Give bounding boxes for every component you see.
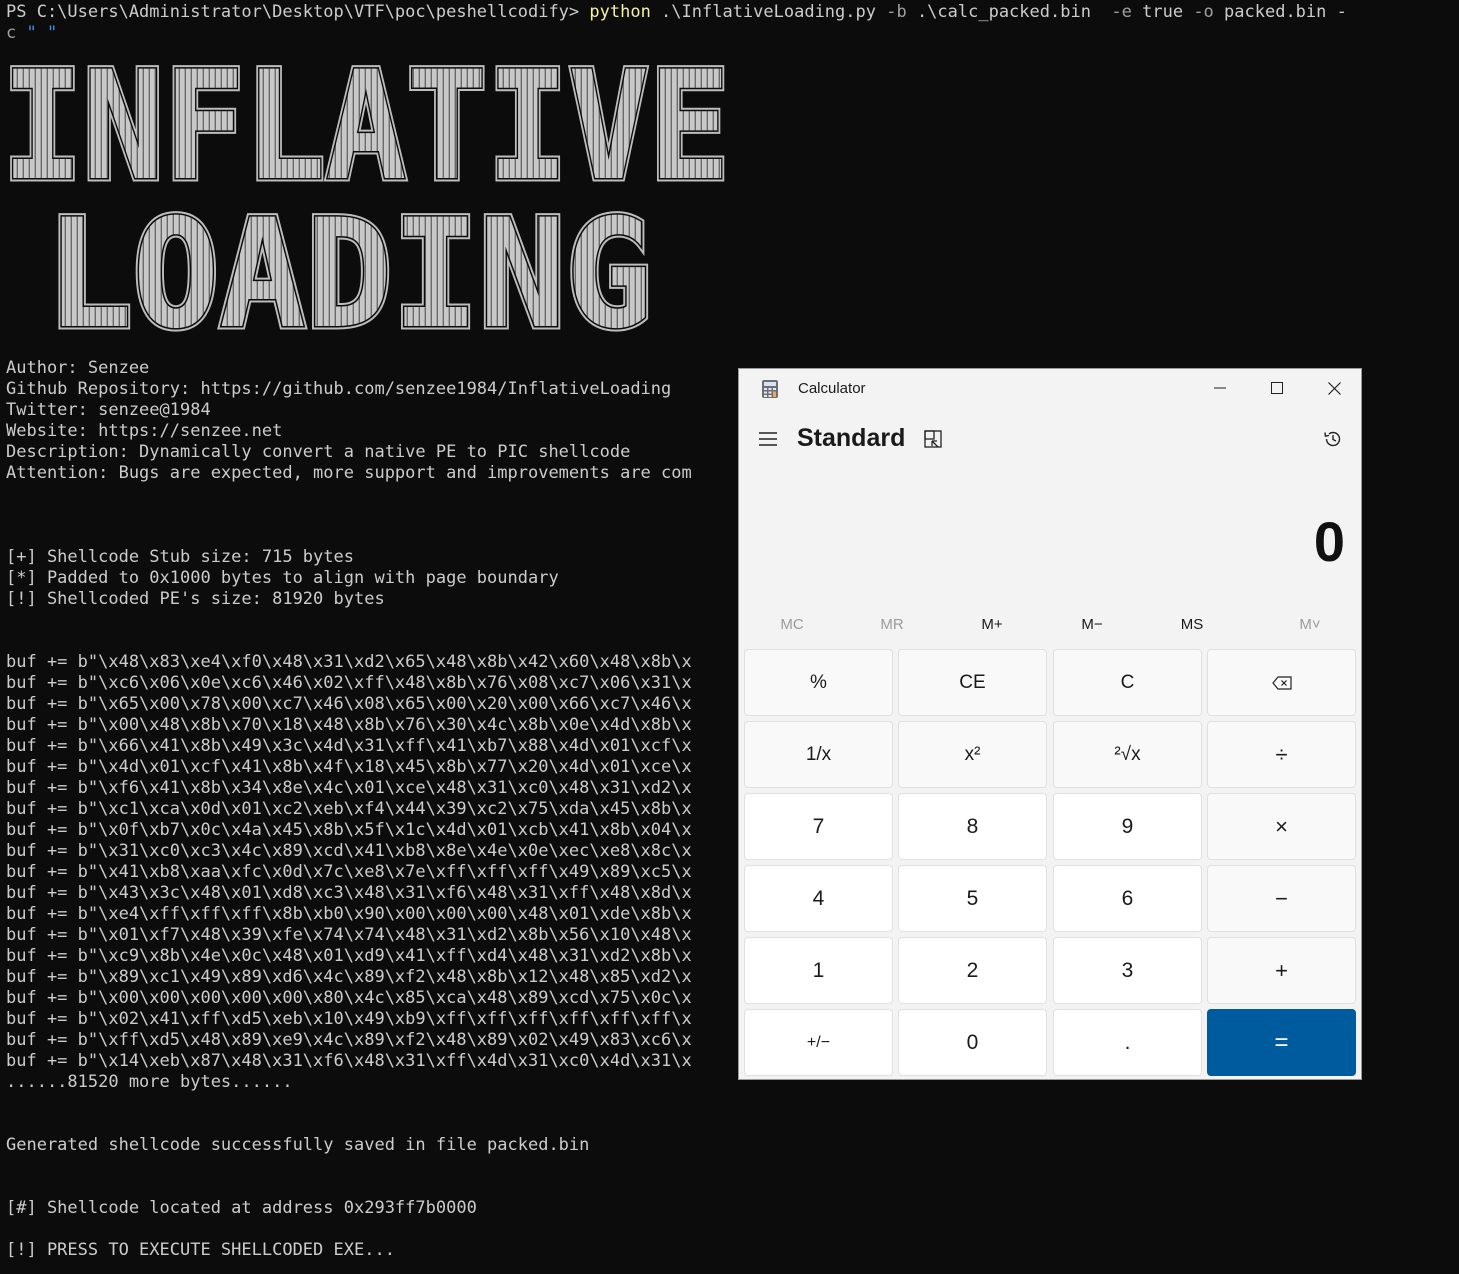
buf-line: buf += b"\xff\xd5\x48\x89\xe9\x4c\x89\xf… [6,1030,692,1050]
digit-5-button[interactable]: 5 [898,865,1047,932]
buf-line: buf += b"\x02\x41\xff\xd5\xeb\x10\x49\xb… [6,1009,692,1029]
memory-subtract-button[interactable]: M− [1044,609,1140,639]
keypad: % CE C 1/x x² ²√x ÷ 7 8 9 × 4 5 6 − 1 2 … [744,649,1360,1079]
more-bytes-line: ......81520 more bytes...... [6,1072,293,1092]
square-root-button[interactable]: ²√x [1053,721,1202,788]
negate-button[interactable]: +/− [744,1009,893,1076]
memory-recall-button[interactable]: MR [844,609,940,639]
digit-7-button[interactable]: 7 [744,793,893,860]
command-script: .\InflativeLoading.py [650,2,887,22]
history-button[interactable] [1315,421,1351,457]
digit-0-button[interactable]: 0 [898,1009,1047,1076]
digit-4-button[interactable]: 4 [744,865,893,932]
calculator-app-icon [761,379,779,399]
buf-line: buf += b"\x00\x00\x00\x00\x00\x80\x4c\x8… [6,988,692,1008]
press-message: [!] PRESS TO EXECUTE SHELLCODED EXE... [6,1240,395,1260]
saved-message: Generated shellcode successfully saved i… [6,1135,590,1155]
arg-o: packed.bin - [1213,2,1347,22]
info-website: Website: https://senzee.net [6,421,283,441]
flag-e: -e [1111,2,1132,22]
buf-line: buf += b"\xe4\xff\xff\xff\x8b\xb0\x90\x0… [6,904,692,924]
window-title: Calculator [798,380,866,397]
maximize-icon [1271,382,1283,394]
minimize-button[interactable] [1192,369,1248,407]
digit-8-button[interactable]: 8 [898,793,1047,860]
close-icon [1327,381,1341,395]
history-icon [1324,431,1341,447]
multiply-button[interactable]: × [1207,793,1356,860]
arg-e: true [1131,2,1194,22]
buf-line: buf += b"\x31\xc0\xc3\x4c\x89\xcd\x41\xb… [6,841,692,861]
memory-store-button[interactable]: MS [1144,609,1240,639]
decimal-button[interactable]: . [1053,1009,1202,1076]
wrap-arg: " " [16,23,58,43]
info-twitter: Twitter: senzee@1984 [6,400,211,420]
close-button[interactable] [1306,369,1361,407]
keep-on-top-button[interactable] [915,421,951,457]
stat-pe-size: [!] Shellcoded PE's size: 81920 bytes [6,589,385,609]
equals-button[interactable]: = [1207,1009,1356,1076]
stat-stub-size: [+] Shellcode Stub size: 715 bytes [6,547,354,567]
clear-button[interactable]: C [1053,649,1202,716]
buf-line: buf += b"\x66\x41\x8b\x49\x3c\x4d\x31\xf… [6,736,692,756]
buf-line: buf += b"\x43\x3c\x48\x01\xd8\xc3\x48\x3… [6,883,692,903]
mode-title: Standard [797,424,906,452]
info-attention: Attention: Bugs are expected, more suppo… [6,463,692,483]
flag-o: -o [1193,2,1214,22]
buf-line: buf += b"\xc6\x06\x0e\xc6\x46\x02\xff\x4… [6,673,692,693]
memory-list-button[interactable]: M˅ [1262,609,1358,639]
ascii-banner: INFLATIVE INFLATIVE INFLATIVE LOADING LO… [0,56,736,336]
buf-line: buf += b"\x14\xeb\x87\x48\x31\xf6\x48\x3… [6,1051,692,1071]
digit-3-button[interactable]: 3 [1053,937,1202,1004]
hamburger-menu-icon [759,432,777,446]
info-description: Description: Dynamically convert a nativ… [6,442,631,462]
buf-line: buf += b"\x4d\x01\xcf\x41\x8b\x4f\x18\x4… [6,757,692,777]
banner-line-2: LOADING [46,188,652,336]
reciprocal-button[interactable]: 1/x [744,721,893,788]
buf-line: buf += b"\x41\xb8\xaa\xfc\x0d\x7c\xe8\x7… [6,862,692,882]
maximize-button[interactable] [1249,369,1305,407]
memory-clear-button[interactable]: MC [744,609,840,639]
flag-b: -b [886,2,907,22]
buf-line: buf += b"\x00\x48\x8b\x70\x18\x48\x8b\x7… [6,715,692,735]
buf-line: buf += b"\x89\xc1\x49\x89\xd6\x4c\x89\xf… [6,967,692,987]
command-line-wrap: c " " [6,23,57,44]
calculator-window[interactable]: Calculator Standard 0 MC MR M+ M− MS M˅ … [738,368,1362,1080]
navigation-menu-button[interactable] [750,421,786,457]
memory-add-button[interactable]: M+ [944,609,1040,639]
buf-line: buf += b"\x65\x00\x78\x00\xc7\x46\x08\x6… [6,694,692,714]
prompt: PS C:\Users\Administrator\Desktop\VTF\po… [6,2,590,22]
keep-on-top-icon [924,430,942,448]
divide-button[interactable]: ÷ [1207,721,1356,788]
square-button[interactable]: x² [898,721,1047,788]
digit-1-button[interactable]: 1 [744,937,893,1004]
located-message: [#] Shellcode located at address 0x293ff… [6,1198,477,1218]
digit-2-button[interactable]: 2 [898,937,1047,1004]
buf-line: buf += b"\xf6\x41\x8b\x34\x8e\x4c\x01\xc… [6,778,692,798]
buf-line: buf += b"\x48\x83\xe4\xf0\x48\x31\xd2\x6… [6,652,692,672]
arg-b: .\calc_packed.bin [906,2,1112,22]
subtract-button[interactable]: − [1207,865,1356,932]
info-author: Author: Senzee [6,358,150,378]
minimize-icon [1214,387,1226,389]
result-display: 0 [1313,510,1345,573]
digit-9-button[interactable]: 9 [1053,793,1202,860]
info-github: Github Repository: https://github.com/se… [6,379,672,399]
command-exe: python [589,2,651,22]
buf-line: buf += b"\xc1\xca\x0d\x01\xc2\xeb\xf4\x4… [6,799,692,819]
buf-line: buf += b"\x0f\xb7\x0c\x4a\x45\x8b\x5f\x1… [6,820,692,840]
digit-6-button[interactable]: 6 [1053,865,1202,932]
buf-line: buf += b"\x01\xf7\x48\x39\xfe\x74\x74\x4… [6,925,692,945]
backspace-button[interactable] [1207,649,1356,716]
add-button[interactable]: + [1207,937,1356,1004]
backspace-icon [1271,675,1292,690]
command-line: PS C:\Users\Administrator\Desktop\VTF\po… [6,2,1347,23]
clear-entry-button[interactable]: CE [898,649,1047,716]
wrap-flag: c [6,23,17,43]
stat-padded: [*] Padded to 0x1000 bytes to align with… [6,568,559,588]
buf-line: buf += b"\xc9\x8b\x4e\x0c\x48\x01\xd9\x4… [6,946,692,966]
percent-button[interactable]: % [744,649,893,716]
